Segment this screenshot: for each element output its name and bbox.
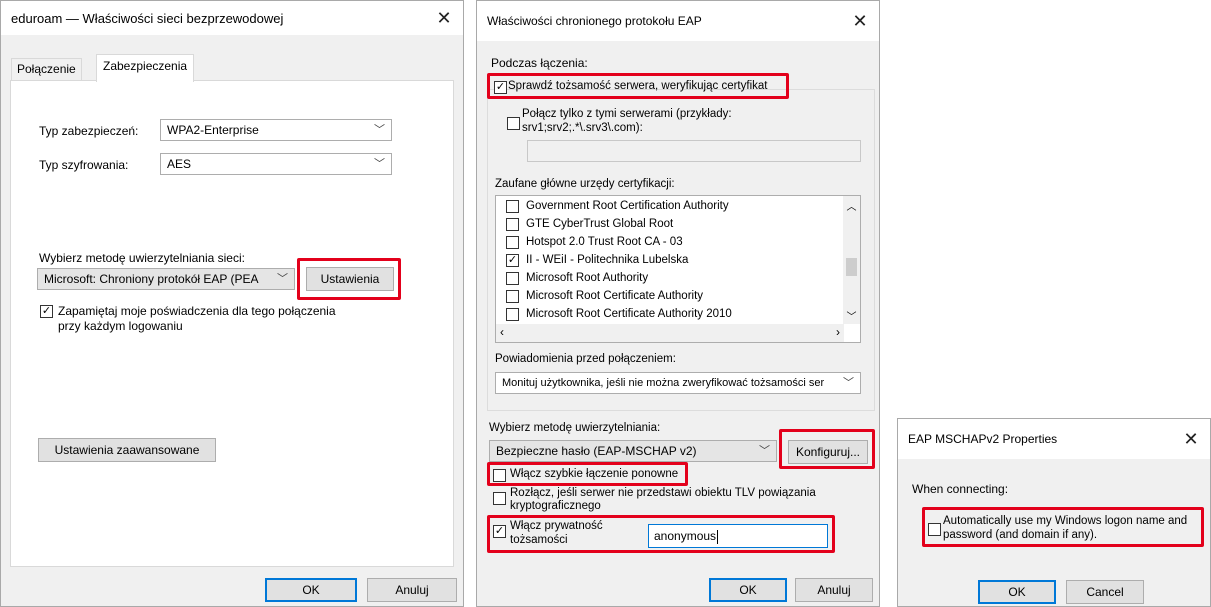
ok-button[interactable]: OK xyxy=(265,578,357,602)
auth-method-value: Bezpieczne hasło (EAP-MSCHAP v2) xyxy=(496,444,697,458)
cancel-button[interactable]: Anuluj xyxy=(795,578,873,602)
connect-servers-line2: srv1;srv2;.*\.srv3\.com): xyxy=(522,122,643,134)
highlight-verify-server xyxy=(487,73,789,99)
remember-line1: Zapamiętaj moje poświadczenia dla tego p… xyxy=(58,304,336,318)
tab-zabezpieczenia[interactable]: Zabezpieczenia xyxy=(96,54,195,82)
ok-button[interactable]: OK xyxy=(978,580,1056,604)
ca-name: GTE CyberTrust Global Root xyxy=(526,218,674,230)
encryption-type-select[interactable]: AES ﹀ xyxy=(160,153,392,175)
scroll-left-icon[interactable]: ‹ xyxy=(500,325,504,339)
security-type-value: WPA2-Enterprise xyxy=(167,123,259,137)
ca-name: Hotspot 2.0 Trust Root CA - 03 xyxy=(526,236,683,248)
scroll-thumb[interactable] xyxy=(846,258,857,276)
title-bar: EAP MSCHAPv2 Properties ✕ xyxy=(898,419,1210,459)
dialog-title: Właściwości chronionego protokołu EAP xyxy=(487,14,702,28)
notifications-label: Powiadomienia przed połączeniem: xyxy=(495,353,676,365)
auth-method-select[interactable]: Bezpieczne hasło (EAP-MSCHAP v2) ﹀ xyxy=(489,440,777,462)
ca-name: II - WEiI - Politechnika Lubelska xyxy=(526,254,689,266)
dialog-title: EAP MSCHAPv2 Properties xyxy=(908,432,1058,446)
highlight-settings xyxy=(297,258,401,300)
auth-method-label: Wybierz metodę uwierzytelniania: xyxy=(489,422,661,434)
encryption-type-value: AES xyxy=(167,157,192,171)
highlight-auto-logon xyxy=(922,507,1204,547)
ca-checkbox[interactable] xyxy=(506,308,519,321)
chevron-down-icon: ﹀ xyxy=(374,158,385,170)
encryption-type-label: Typ szyfrowania: xyxy=(39,158,129,172)
highlight-configure xyxy=(779,429,875,469)
ok-button[interactable]: OK xyxy=(709,578,787,602)
chevron-down-icon: ﹀ xyxy=(756,441,770,461)
ca-checkbox[interactable] xyxy=(506,200,519,213)
auth-method-select[interactable]: Microsoft: Chroniony protokół EAP (PEA ﹀ xyxy=(37,268,295,290)
notifications-value: Monituj użytkownika, jeśli nie można zwe… xyxy=(502,377,825,389)
notifications-select[interactable]: Monituj użytkownika, jeśli nie można zwe… xyxy=(495,372,861,394)
ca-name: Microsoft Root Certificate Authority xyxy=(526,290,704,302)
ca-checkbox[interactable] xyxy=(506,218,519,231)
ca-name: Government Root Certification Authority xyxy=(526,200,729,212)
remember-credentials-checkbox[interactable]: ✓ xyxy=(40,305,53,318)
dialog-title: eduroam — Właściwości sieci bezprzewodow… xyxy=(11,11,284,26)
close-icon[interactable]: ✕ xyxy=(849,10,871,32)
trusted-ca-label: Zaufane główne urzędy certyfikacji: xyxy=(495,178,675,190)
horizontal-scrollbar[interactable]: ‹ › xyxy=(496,324,844,342)
title-bar: eduroam — Właściwości sieci bezprzewodow… xyxy=(1,1,463,35)
chevron-down-icon: ﹀ xyxy=(274,269,288,289)
auth-method-value: Microsoft: Chroniony protokół EAP (PEA xyxy=(44,272,259,286)
trusted-ca-list[interactable]: Government Root Certification Authority G… xyxy=(495,195,861,343)
chevron-down-icon: ﹀ xyxy=(840,373,854,393)
highlight-identity-privacy xyxy=(487,515,835,553)
close-icon[interactable]: ✕ xyxy=(1180,428,1202,450)
ca-checkbox[interactable] xyxy=(506,236,519,249)
title-bar: Właściwości chronionego protokołu EAP ✕ xyxy=(477,1,879,41)
remember-line2: przy każdym logowaniu xyxy=(58,319,183,333)
chevron-down-icon: ﹀ xyxy=(374,124,385,136)
peap-properties-dialog: Właściwości chronionego protokołu EAP ✕ … xyxy=(476,0,880,607)
connect-servers-checkbox[interactable] xyxy=(507,117,520,130)
ca-checkbox[interactable]: ✓ xyxy=(506,254,519,267)
ca-name: Microsoft Root Authority xyxy=(526,272,649,284)
scroll-right-icon[interactable]: › xyxy=(836,325,840,339)
when-connecting-label: Podczas łączenia: xyxy=(491,56,588,70)
security-type-label: Typ zabezpieczeń: xyxy=(39,124,139,138)
cancel-button[interactable]: Cancel xyxy=(1066,580,1144,604)
mschapv2-properties-dialog: EAP MSCHAPv2 Properties ✕ When connectin… xyxy=(897,418,1211,607)
connect-servers-line1: Połącz tylko z tymi serwerami (przykłady… xyxy=(522,108,732,120)
disconnect-line2: kryptograficznego xyxy=(510,500,601,512)
ca-checkbox[interactable] xyxy=(506,290,519,303)
when-connecting-label: When connecting: xyxy=(912,482,1009,496)
security-type-select[interactable]: WPA2-Enterprise ﹀ xyxy=(160,119,392,141)
scroll-down-icon[interactable]: ﹀ xyxy=(843,308,860,323)
disconnect-tlv-checkbox[interactable] xyxy=(493,492,506,505)
highlight-fast-reconnect xyxy=(487,462,688,486)
close-icon[interactable]: ✕ xyxy=(433,7,455,29)
disconnect-line1: Rozłącz, jeśli serwer nie przedstawi obi… xyxy=(510,487,816,499)
tab-polaczenie[interactable]: Połączenie xyxy=(11,58,82,80)
auth-method-label: Wybierz metodę uwierzytelniania sieci: xyxy=(39,251,245,265)
scroll-up-icon[interactable]: ︿ xyxy=(843,198,860,213)
ca-checkbox[interactable] xyxy=(506,272,519,285)
cancel-button[interactable]: Anuluj xyxy=(367,578,457,602)
vertical-scrollbar[interactable]: ︿ ﹀ xyxy=(843,196,860,324)
ca-name: Microsoft Root Certificate Authority 201… xyxy=(526,308,732,320)
servers-input[interactable] xyxy=(527,140,861,162)
advanced-settings-button[interactable]: Ustawienia zaawansowane xyxy=(38,438,216,462)
wireless-properties-dialog: eduroam — Właściwości sieci bezprzewodow… xyxy=(0,0,464,607)
